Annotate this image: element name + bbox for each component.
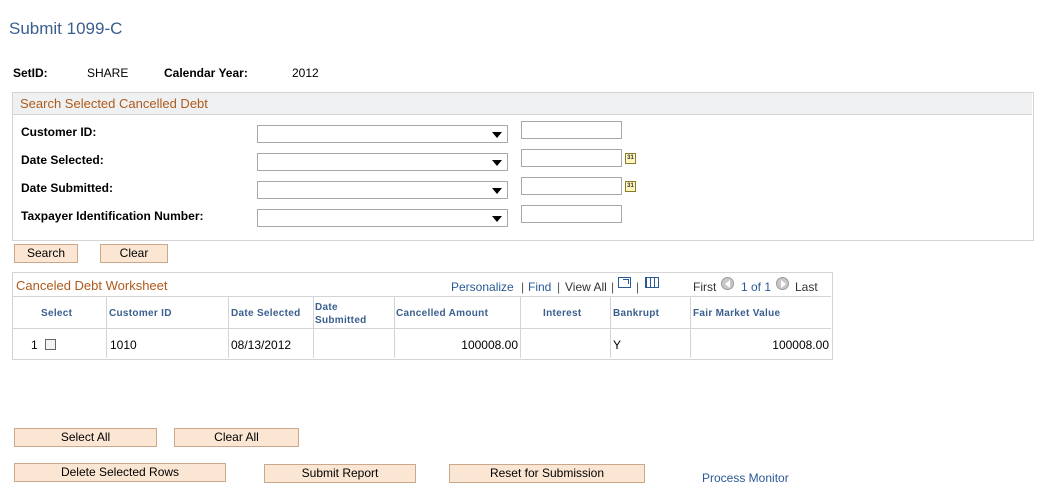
personalize-link[interactable]: Personalize: [451, 280, 514, 294]
row-number: 1: [31, 338, 38, 352]
grid-header-divider: [13, 328, 831, 329]
column-divider: [610, 297, 611, 358]
delete-selected-rows-button[interactable]: Delete Selected Rows: [14, 463, 226, 482]
cell-date-selected: 08/13/2012: [231, 338, 292, 352]
column-divider: [520, 297, 521, 358]
column-divider: [106, 297, 107, 358]
chevron-down-icon: [492, 216, 502, 222]
clear-all-button[interactable]: Clear All: [174, 428, 299, 447]
column-header-date-selected[interactable]: Date Selected: [231, 308, 301, 319]
row-select-checkbox[interactable]: [45, 339, 56, 350]
column-header-select[interactable]: Select: [41, 308, 72, 319]
view-all-link[interactable]: View All: [565, 280, 607, 294]
separator: |: [611, 280, 615, 294]
chevron-down-icon: [492, 132, 502, 138]
column-header-fair-market-value[interactable]: Fair Market Value: [693, 308, 780, 319]
process-monitor-link[interactable]: Process Monitor: [702, 471, 789, 485]
cell-fair-market-value: 100008.00: [772, 338, 829, 352]
reset-for-submission-button[interactable]: Reset for Submission: [449, 464, 645, 483]
customer-id-input[interactable]: [521, 121, 622, 139]
setid-label: SetID:: [13, 66, 48, 80]
customer-id-operator-select[interactable]: [257, 125, 508, 143]
date-selected-input[interactable]: [521, 149, 622, 167]
chevron-down-icon: [492, 160, 502, 166]
tin-input[interactable]: [521, 205, 622, 223]
calendar-icon[interactable]: 31: [625, 181, 636, 192]
worksheet-grid-title: Canceled Debt Worksheet: [16, 278, 168, 293]
date-submitted-input[interactable]: [521, 177, 622, 195]
new-window-icon[interactable]: [618, 277, 631, 288]
setid-value: SHARE: [87, 66, 129, 80]
date-submitted-label: Date Submitted:: [21, 181, 114, 195]
column-divider: [313, 297, 314, 358]
next-icon[interactable]: [776, 277, 789, 290]
date-selected-operator-select[interactable]: [257, 153, 508, 171]
column-divider: [228, 297, 229, 358]
column-divider: [394, 297, 395, 358]
column-header-customer-id[interactable]: Customer ID: [109, 308, 172, 319]
column-header-interest[interactable]: Interest: [543, 308, 582, 319]
calendar-icon[interactable]: 31: [625, 153, 636, 164]
column-header-bankrupt[interactable]: Bankrupt: [613, 308, 659, 319]
tin-label: Taxpayer Identification Number:: [21, 209, 204, 223]
search-button[interactable]: Search: [14, 244, 78, 263]
pagination-label: 1 of 1: [741, 280, 772, 294]
cell-bankrupt: Y: [613, 338, 622, 352]
calendar-year-value: 2012: [292, 66, 319, 80]
separator: |: [557, 280, 561, 294]
clear-button[interactable]: Clear: [100, 244, 168, 263]
column-header-date-submitted[interactable]: Date Submitted: [315, 301, 385, 327]
column-header-cancelled-amount[interactable]: Cancelled Amount: [396, 308, 488, 319]
column-divider: [690, 297, 691, 358]
spreadsheet-icon[interactable]: [645, 277, 659, 288]
separator: |: [636, 280, 640, 294]
date-selected-label: Date Selected:: [21, 153, 104, 167]
calendar-year-label: Calendar Year:: [164, 66, 248, 80]
last-link[interactable]: Last: [795, 280, 818, 294]
chevron-down-icon: [492, 188, 502, 194]
page-title: Submit 1099-C: [9, 19, 123, 38]
tin-operator-select[interactable]: [257, 209, 508, 227]
previous-icon[interactable]: [721, 277, 734, 290]
search-panel-title: Search Selected Cancelled Debt: [20, 96, 208, 111]
cell-customer-id: 1010: [110, 338, 137, 352]
cell-cancelled-amount: 100008.00: [461, 338, 518, 352]
separator: |: [521, 280, 525, 294]
find-link[interactable]: Find: [528, 280, 551, 294]
customer-id-label: Customer ID:: [21, 125, 97, 139]
select-all-button[interactable]: Select All: [14, 428, 157, 447]
submit-report-button[interactable]: Submit Report: [264, 464, 416, 483]
first-link[interactable]: First: [693, 280, 716, 294]
date-submitted-operator-select[interactable]: [257, 181, 508, 199]
